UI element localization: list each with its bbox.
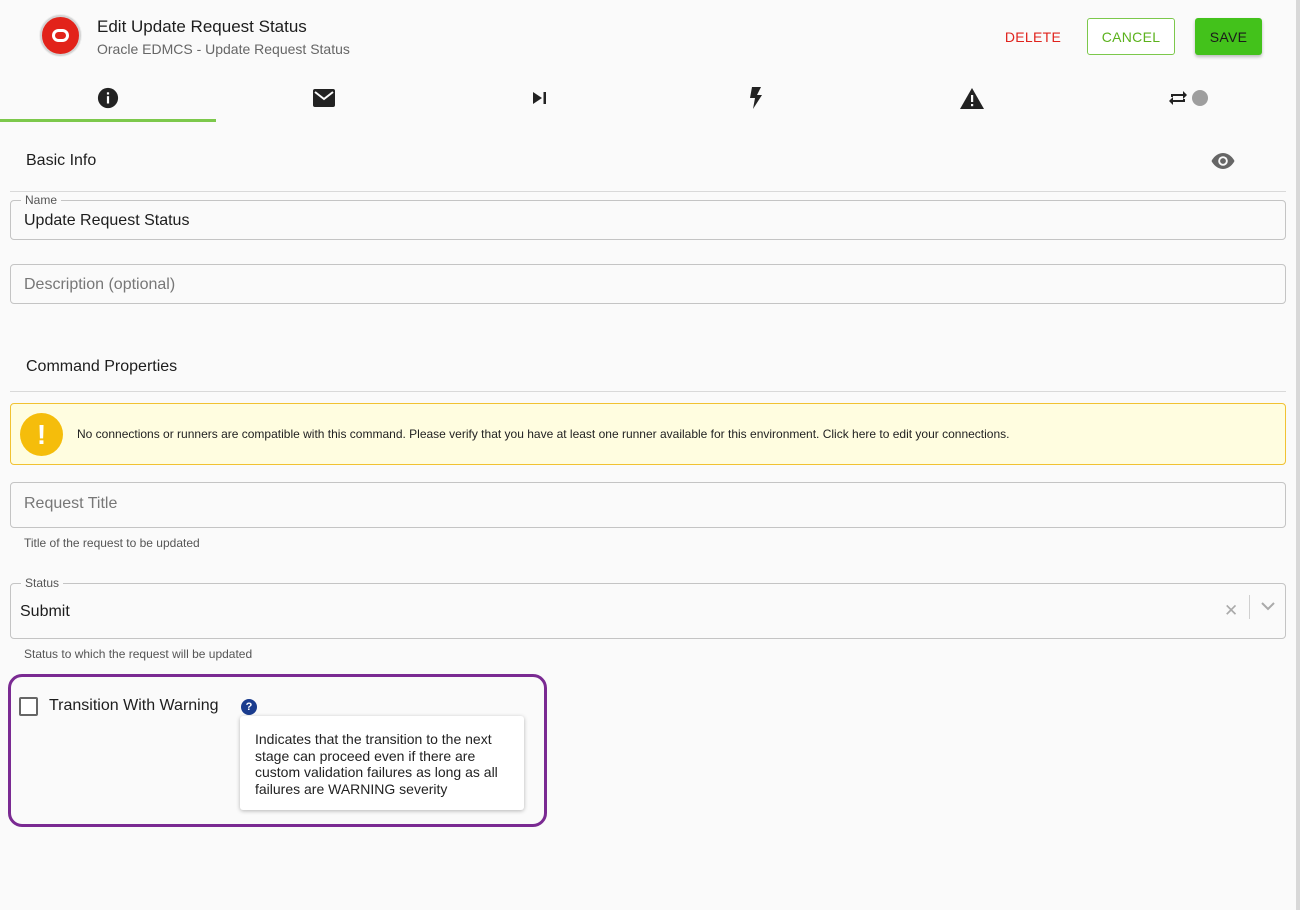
tab-next-step[interactable] [432, 75, 648, 121]
info-icon [97, 87, 119, 109]
section-divider [10, 391, 1286, 392]
tab-notifications[interactable] [216, 75, 432, 121]
transition-with-warning-checkbox[interactable] [19, 697, 38, 716]
status-field-label: Status [21, 576, 64, 590]
select-separator [1249, 595, 1250, 619]
page-title: Edit Update Request Status [97, 17, 307, 36]
basic-info-heading: Basic Info [26, 152, 97, 169]
active-tab-indicator [0, 119, 216, 122]
request-title-field[interactable]: Request Title [10, 482, 1286, 528]
description-placeholder: Description (optional) [24, 276, 176, 293]
skip-next-icon [533, 92, 546, 104]
oracle-logo-ring [52, 29, 69, 42]
warning-icon [960, 87, 984, 109]
repeat-icon [1169, 91, 1187, 105]
save-button[interactable]: SAVE [1195, 18, 1262, 55]
chevron-down-icon[interactable] [1261, 602, 1275, 611]
oracle-logo [40, 15, 81, 56]
delete-button[interactable]: DELETE [998, 18, 1068, 55]
status-selected-value: Submit [20, 603, 70, 620]
header: Edit Update Request Status Oracle EDMCS … [0, 0, 1296, 75]
tab-triggers[interactable] [648, 75, 864, 121]
description-field[interactable]: Description (optional) [10, 264, 1286, 304]
page-subtitle: Oracle EDMCS - Update Request Status [97, 41, 350, 57]
help-icon[interactable]: ? [241, 699, 257, 715]
scrollbar-edge [1296, 0, 1300, 910]
request-title-placeholder: Request Title [24, 495, 118, 512]
section-divider [10, 191, 1286, 192]
tab-repeat[interactable] [1080, 75, 1296, 121]
transition-with-warning-label[interactable]: Transition With Warning [49, 697, 219, 715]
cancel-button[interactable]: CANCEL [1087, 18, 1175, 55]
clear-icon[interactable]: ✕ [1224, 601, 1238, 621]
eye-icon[interactable] [1211, 152, 1235, 170]
tab-bar [0, 75, 1296, 123]
mail-icon [313, 89, 335, 107]
status-helper: Status to which the request will be upda… [24, 647, 253, 661]
name-field[interactable]: Name Update Request Status [10, 193, 1286, 240]
request-title-helper: Title of the request to be updated [24, 536, 200, 550]
flash-icon [750, 87, 762, 109]
command-properties-heading: Command Properties [26, 358, 178, 375]
name-field-value: Update Request Status [24, 212, 190, 229]
tab-warnings[interactable] [864, 75, 1080, 121]
name-field-label: Name [21, 193, 62, 207]
tab-info[interactable] [0, 75, 216, 121]
status-dot [1192, 90, 1208, 106]
exclamation-icon: ! [20, 413, 63, 456]
help-tooltip: Indicates that the transition to the nex… [240, 716, 524, 810]
compatibility-warning-banner: ! No connections or runners are compatib… [10, 403, 1286, 465]
warning-message[interactable]: No connections or runners are compatible… [77, 427, 1009, 441]
status-select[interactable]: Status Submit ✕ [10, 576, 1286, 639]
